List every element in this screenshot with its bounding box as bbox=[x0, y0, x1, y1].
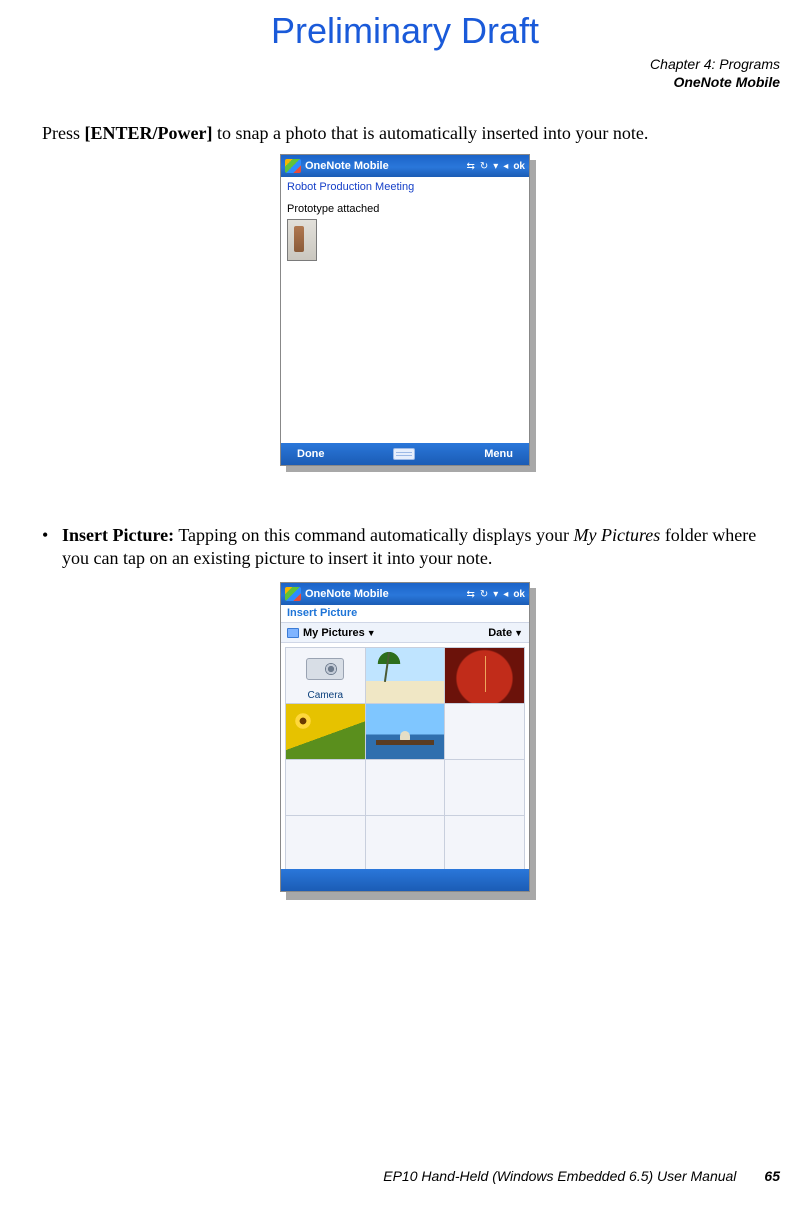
press-instruction: Press [ENTER/Power] to snap a photo that… bbox=[42, 122, 780, 145]
empty-cell bbox=[365, 760, 445, 816]
sync-icon: ↻ bbox=[480, 161, 488, 172]
app-title: OneNote Mobile bbox=[305, 588, 462, 600]
picture-thumb[interactable] bbox=[445, 648, 525, 704]
empty-cell bbox=[445, 760, 525, 816]
chapter-line1: Chapter 4: Programs bbox=[650, 56, 780, 74]
start-flag-icon[interactable] bbox=[285, 159, 301, 173]
chapter-header: Chapter 4: Programs OneNote Mobile bbox=[650, 56, 780, 91]
titlebar: OneNote Mobile ⇆ ↻ ▾ ◂ ok bbox=[281, 155, 529, 177]
sort-dropdown[interactable]: Date▼ bbox=[488, 627, 523, 639]
softkey-bar bbox=[281, 869, 529, 891]
chevron-down-icon: ▼ bbox=[514, 628, 523, 638]
camera-label: Camera bbox=[286, 690, 365, 701]
draft-watermark: Preliminary Draft bbox=[0, 10, 810, 52]
note-body[interactable]: Robot Production Meeting Prototype attac… bbox=[281, 177, 529, 443]
empty-cell bbox=[286, 816, 366, 872]
screenshot-insert-picture: OneNote Mobile ⇆ ↻ ▾ ◂ ok Insert Picture… bbox=[280, 582, 530, 892]
ok-button[interactable]: ok bbox=[513, 161, 525, 172]
empty-cell bbox=[365, 816, 445, 872]
bullet: • bbox=[42, 524, 62, 571]
empty-cell bbox=[286, 760, 366, 816]
press-key: [ENTER/Power] bbox=[85, 123, 213, 143]
picture-thumb[interactable] bbox=[365, 648, 445, 704]
insert-picture-paragraph: • Insert Picture: Tapping on this comman… bbox=[42, 524, 780, 571]
folder-dropdown[interactable]: My Pictures▼ bbox=[303, 627, 376, 639]
softkey-menu[interactable]: Menu bbox=[484, 448, 513, 460]
screenshot-onenote-note: OneNote Mobile ⇆ ↻ ▾ ◂ ok Robot Producti… bbox=[280, 154, 530, 466]
press-pre: Press bbox=[42, 123, 85, 143]
start-flag-icon[interactable] bbox=[285, 587, 301, 601]
insert-text1: Tapping on this command automatically di… bbox=[174, 525, 573, 545]
folder-bar: My Pictures▼ Date▼ bbox=[281, 623, 529, 643]
softkey-done[interactable]: Done bbox=[297, 448, 325, 460]
signal-icon: ▾ bbox=[493, 161, 498, 172]
empty-cell bbox=[445, 704, 525, 760]
press-post: to snap a photo that is automatically in… bbox=[213, 123, 649, 143]
prototype-thumbnail[interactable] bbox=[287, 219, 317, 261]
ok-button[interactable]: ok bbox=[513, 589, 525, 600]
keyboard-icon[interactable] bbox=[393, 448, 415, 460]
signal-icon: ▾ bbox=[493, 589, 498, 600]
empty-cell bbox=[445, 816, 525, 872]
page-number: 65 bbox=[764, 1168, 780, 1184]
volume-icon: ◂ bbox=[503, 161, 508, 172]
note-line[interactable]: Prototype attached bbox=[287, 203, 523, 215]
insert-italic: My Pictures bbox=[574, 525, 661, 545]
camera-icon bbox=[306, 658, 344, 680]
folder-icon bbox=[287, 628, 299, 638]
note-title[interactable]: Robot Production Meeting bbox=[287, 181, 523, 193]
picture-grid: Camera bbox=[281, 643, 529, 869]
chapter-line2: OneNote Mobile bbox=[650, 74, 780, 92]
insert-label: Insert Picture: bbox=[62, 525, 174, 545]
section-header: Insert Picture bbox=[281, 605, 529, 623]
picture-thumb[interactable] bbox=[286, 704, 366, 760]
page-footer: EP10 Hand-Held (Windows Embedded 6.5) Us… bbox=[30, 1168, 780, 1184]
system-tray[interactable]: ⇆ ↻ ▾ ◂ ok bbox=[466, 161, 525, 172]
link-icon: ⇆ bbox=[466, 161, 474, 172]
app-title: OneNote Mobile bbox=[305, 160, 462, 172]
volume-icon: ◂ bbox=[503, 589, 508, 600]
sync-icon: ↻ bbox=[480, 589, 488, 600]
picture-thumb[interactable] bbox=[365, 704, 445, 760]
chevron-down-icon: ▼ bbox=[367, 628, 376, 638]
manual-title: EP10 Hand-Held (Windows Embedded 6.5) Us… bbox=[383, 1168, 736, 1184]
camera-tile[interactable]: Camera bbox=[286, 648, 366, 704]
titlebar: OneNote Mobile ⇆ ↻ ▾ ◂ ok bbox=[281, 583, 529, 605]
system-tray[interactable]: ⇆ ↻ ▾ ◂ ok bbox=[466, 589, 525, 600]
link-icon: ⇆ bbox=[466, 589, 474, 600]
softkey-bar: Done Menu bbox=[281, 443, 529, 465]
